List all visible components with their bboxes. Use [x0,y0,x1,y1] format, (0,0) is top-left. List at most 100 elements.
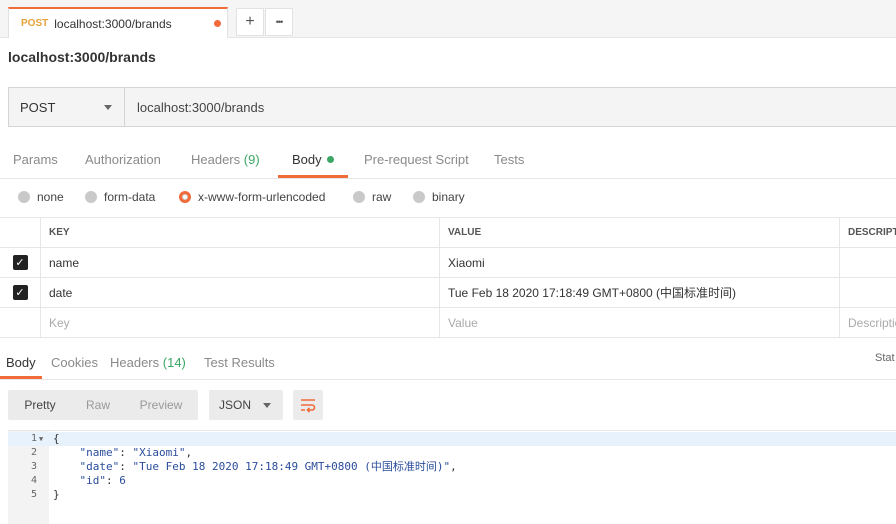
value-cell[interactable]: Tue Feb 18 2020 17:18:49 GMT+0800 (中国标准时… [439,278,839,307]
radio-label: none [37,190,64,204]
code-line: 1 ▼ { [8,432,896,446]
radio-raw[interactable]: raw [353,190,391,204]
url-input[interactable]: localhost:3000/brands [125,88,896,126]
plus-icon: + [245,13,255,30]
tab-tests[interactable]: Tests [494,152,524,167]
checkbox-checked-icon[interactable]: ✓ [12,285,28,300]
tab-headers-label: Headers [191,152,241,167]
url-bar: POST localhost:3000/brands [8,87,896,127]
headers-count: (9) [243,152,260,167]
description-cell[interactable] [839,248,896,277]
tab-cookies[interactable]: Cookies [51,355,98,370]
chevron-down-icon [263,403,271,408]
line-number: 4 [30,475,37,486]
method-select[interactable]: POST [9,88,125,126]
line-number: 5 [30,489,37,500]
code-text: "date": "Tue Feb 18 2020 17:18:49 GMT+08… [79,460,457,473]
code-text: { [53,432,60,445]
json-punct: , [450,460,457,473]
line-number: 2 [30,447,37,458]
active-tab-underline [278,175,348,178]
json-key: "date" [79,460,120,473]
radio-binary[interactable]: binary [413,190,465,204]
request-tab[interactable]: POST localhost:3000/brands [8,7,228,38]
code-text: "name": "Xiaomi", [79,446,193,459]
line-number: 3 [30,461,37,472]
preview-button[interactable]: Preview [124,390,198,420]
radio-urlencoded[interactable]: x-www-form-urlencoded [179,190,325,204]
header-value: VALUE [439,218,839,247]
code-line: 3 "date": "Tue Feb 18 2020 17:18:49 GMT+… [8,460,896,474]
more-tabs-button[interactable]: ••• [265,8,293,36]
description-cell[interactable] [839,278,896,307]
tab-response-headers-label: Headers [110,355,160,370]
wrap-lines-button[interactable] [293,390,323,420]
description-input[interactable]: Descriptio [839,308,896,337]
tab-authorization[interactable]: Authorization [85,152,161,167]
code-text: "id": 6 [79,474,126,487]
row-checkbox-cell [0,308,40,337]
request-title[interactable]: localhost:3000/brands [8,49,156,65]
value-input[interactable]: Value [439,308,839,337]
radio-circle [413,191,425,203]
response-headers-count: (14) [162,355,186,370]
response-tabs: Body Cookies Headers (14) Test Results [0,345,896,380]
json-key: "id" [79,474,107,487]
view-mode-group: Pretty Raw Preview [8,390,198,420]
tab-headers[interactable]: Headers (9) [191,152,260,167]
code-line: 5 } [8,488,896,502]
tab-body[interactable]: Body [292,152,334,167]
line-number: 1 [30,433,37,444]
checkbox-checked-icon[interactable]: ✓ [12,255,28,270]
radio-circle-selected [179,191,191,203]
tab-params[interactable]: Params [13,152,58,167]
response-body-editor[interactable]: 1 ▼ { 2 "name": "Xiaomi", 3 "date": "Tue… [8,430,896,524]
radio-circle [18,191,30,203]
row-checkbox-cell: ✓ [0,248,40,277]
row-checkbox-cell: ✓ [0,278,40,307]
radio-circle [85,191,97,203]
header-checkbox-cell [0,218,40,247]
code-line: 4 "id": 6 [8,474,896,488]
tab-response-body[interactable]: Body [6,355,36,370]
method-value: POST [20,99,56,115]
radio-label: raw [372,190,392,204]
table-header-row: KEY VALUE DESCRIPTIO [0,217,896,248]
radio-label: x-www-form-urlencoded [198,190,326,204]
tab-response-headers[interactable]: Headers (14) [110,355,186,370]
radio-label: binary [432,190,465,204]
format-value: JSON [219,398,252,412]
tab-method-label: POST [21,18,49,29]
pretty-button[interactable]: Pretty [8,390,72,420]
radio-form-data[interactable]: form-data [85,190,155,204]
json-value: "Xiaomi" [132,446,186,459]
key-cell[interactable]: name [40,248,439,277]
fold-arrow-icon[interactable]: ▼ [39,432,43,446]
raw-button[interactable]: Raw [72,390,124,420]
key-cell[interactable]: date [40,278,439,307]
radio-label: form-data [104,190,156,204]
tab-test-results[interactable]: Test Results [204,355,275,370]
tab-name-label: localhost:3000/brands [54,16,172,31]
status-label: Stat [875,352,895,364]
body-type-selector: none form-data x-www-form-urlencoded raw… [0,180,896,216]
table-row-new: Key Value Descriptio [0,308,896,338]
ellipsis-icon: ••• [275,17,284,27]
wrap-lines-icon [301,399,316,413]
radio-circle [353,191,365,203]
table-row: ✓ date Tue Feb 18 2020 17:18:49 GMT+0800… [0,278,896,308]
active-tab-underline [0,376,42,379]
unsaved-dot-icon[interactable] [214,20,221,27]
json-key: "name" [79,446,120,459]
key-input[interactable]: Key [40,308,439,337]
params-table: KEY VALUE DESCRIPTIO ✓ name Xiaomi ✓ dat… [0,217,896,338]
format-select[interactable]: JSON [209,390,283,420]
url-value: localhost:3000/brands [137,99,265,115]
radio-none[interactable]: none [18,190,64,204]
code-line: 2 "name": "Xiaomi", [8,446,896,460]
tab-prerequest-script[interactable]: Pre-request Script [364,152,469,167]
body-indicator-dot [326,156,334,163]
json-value: "Tue Feb 18 2020 17:18:49 GMT+0800 (中国标准… [132,460,451,473]
value-cell[interactable]: Xiaomi [439,248,839,277]
new-tab-button[interactable]: + [236,8,264,36]
